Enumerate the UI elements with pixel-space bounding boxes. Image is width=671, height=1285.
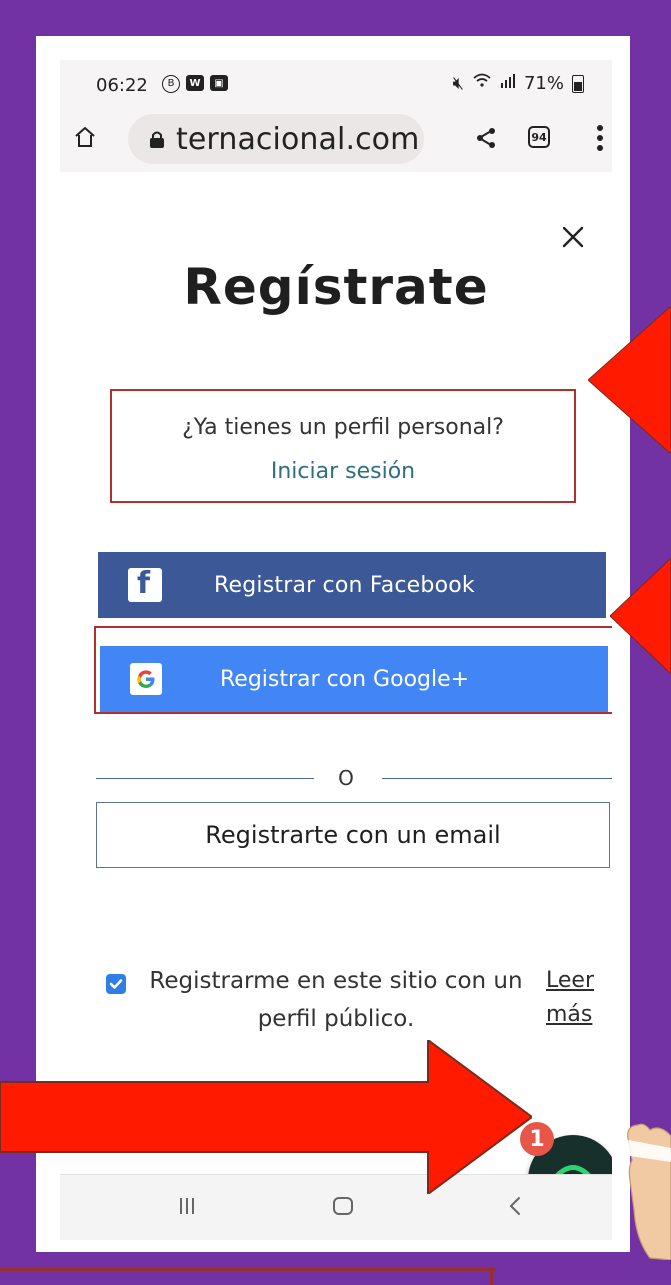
login-link[interactable]: Iniciar sesión [112,459,574,484]
status-left-icons: B W ▣ [162,75,228,93]
status-time: 06:22 [96,75,148,96]
url-text: ternacional.com [176,121,420,157]
status-bar: 06:22 B W ▣ 🔇︎ 71% [60,60,612,108]
more-options-icon[interactable] [596,124,604,152]
home-nav-icon[interactable] [330,1193,356,1219]
w-app-icon: W [186,75,204,91]
or-divider: O [96,766,612,790]
lock-icon [150,131,164,148]
back-icon[interactable] [502,1193,528,1219]
google-icon [130,663,162,695]
battery-percent: 71% [523,73,564,94]
annotation-arrow-google [610,558,671,674]
home-icon[interactable] [73,125,97,149]
login-prompt: ¿Ya tienes un perfil personal? [182,415,504,440]
close-icon[interactable] [560,224,586,250]
status-right-icons: 🔇︎ 71% [453,72,584,95]
divider-text: O [338,766,354,790]
divider-line-left [96,778,314,779]
tabs-count-button[interactable]: 94 [528,126,550,148]
google-signup-button[interactable]: Registrar con Google+ [100,646,608,712]
facebook-signup-button[interactable]: Registrar con Facebook [98,552,606,618]
signal-icon [500,73,516,94]
mute-icon: 🔇︎ [452,73,464,94]
annotation-box-bottom [0,1268,496,1285]
battery-icon [572,74,584,93]
b-app-icon: B [162,75,180,93]
browser-toolbar: ternacional.com 94 [60,108,612,172]
email-signup-label: Registrarte con un email [205,821,501,849]
facebook-signup-label: Registrar con Facebook [214,572,475,598]
login-highlight-box: ¿Ya tienes un perfil personal? Iniciar s… [110,389,576,503]
public-profile-checkbox[interactable] [106,974,126,994]
address-bar[interactable]: ternacional.com [128,114,424,164]
facebook-icon [128,566,162,602]
divider-line-right [382,778,612,779]
gallery-app-icon: ▣ [210,75,228,91]
page-title: Regístrate [183,258,489,316]
annotation-arrow-support [0,1040,532,1194]
read-more-link[interactable]: Leer más [546,964,604,1032]
annotation-arrow-login [588,306,671,454]
email-signup-button[interactable]: Registrarte con un email [96,802,610,868]
annotation-box-bottom-edge [490,1268,493,1285]
google-signup-label: Registrar con Google+ [220,666,470,692]
pointing-hand-image [627,1123,671,1260]
consent-text: Registrarme en este sitio con un perfil … [149,968,523,1032]
share-icon[interactable] [474,126,498,150]
recents-icon[interactable] [174,1193,200,1219]
wifi-icon [472,72,492,95]
